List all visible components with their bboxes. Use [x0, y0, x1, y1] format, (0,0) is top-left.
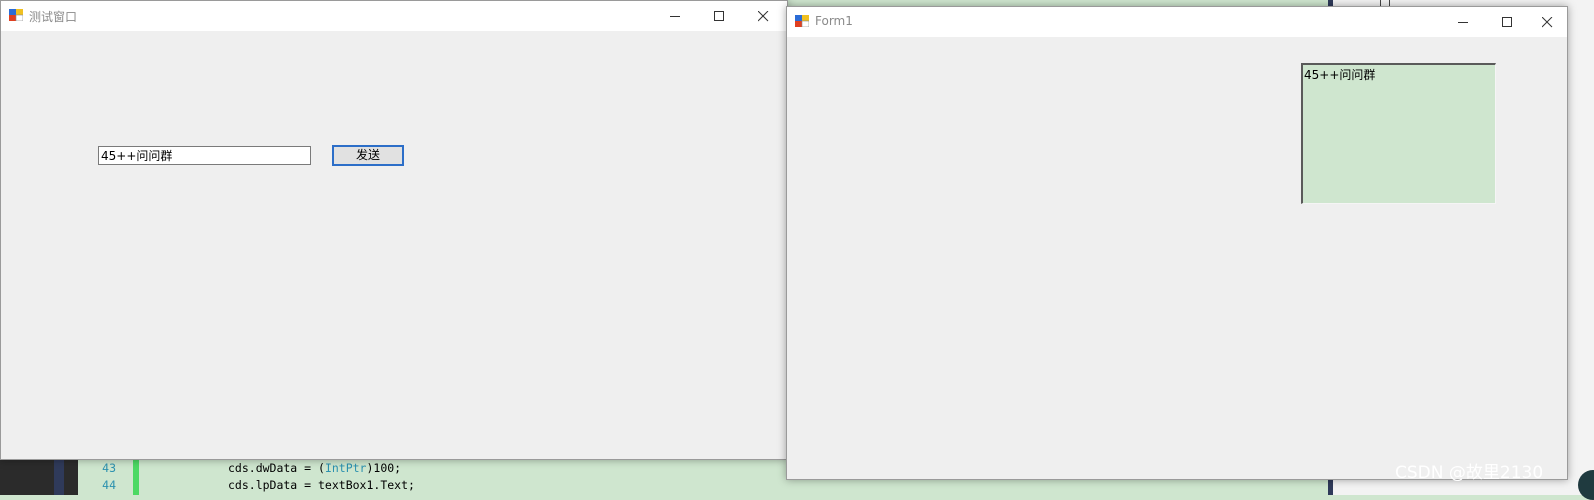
line-number: 43 — [102, 461, 116, 475]
minimize-icon — [669, 15, 680, 17]
minimize-button[interactable] — [1441, 7, 1485, 37]
app-icon — [9, 9, 23, 21]
received-textbox[interactable]: 45++问问群 — [1301, 63, 1496, 204]
app-icon — [795, 15, 809, 27]
change-marker — [133, 460, 139, 495]
title-bar[interactable]: 测试窗口 — [1, 1, 787, 31]
maximize-button[interactable] — [1485, 7, 1529, 37]
maximize-button[interactable] — [697, 1, 741, 31]
send-button[interactable]: 发送 — [332, 145, 404, 166]
code-editor[interactable]: 43 cds.dwData = (IntPtr)100; 44 cds.lpDa… — [78, 460, 788, 495]
message-input[interactable]: 45++问问群 — [98, 146, 311, 165]
close-icon — [757, 10, 768, 21]
line-number: 44 — [102, 478, 116, 492]
form1-window: Form1 45++问问群 — [786, 6, 1568, 480]
window-title: 测试窗口 — [29, 10, 78, 24]
minimize-button[interactable] — [653, 1, 697, 31]
test-window: 测试窗口 45++问问群 发送 — [0, 0, 788, 460]
close-button[interactable] — [741, 1, 785, 31]
ide-scroll-track — [54, 460, 64, 495]
maximize-icon — [713, 10, 724, 21]
minimize-icon — [1457, 21, 1468, 23]
title-bar[interactable]: Form1 — [787, 7, 1567, 37]
watermark: CSDN @故里2130 — [1395, 463, 1544, 483]
code-text: cds.lpData = textBox1.Text; — [228, 478, 415, 492]
window-title: Form1 — [815, 14, 853, 28]
maximize-icon — [1501, 16, 1512, 27]
close-button[interactable] — [1525, 7, 1569, 37]
close-icon — [1541, 16, 1552, 27]
code-text: cds.dwData = (IntPtr)100; — [228, 461, 402, 475]
